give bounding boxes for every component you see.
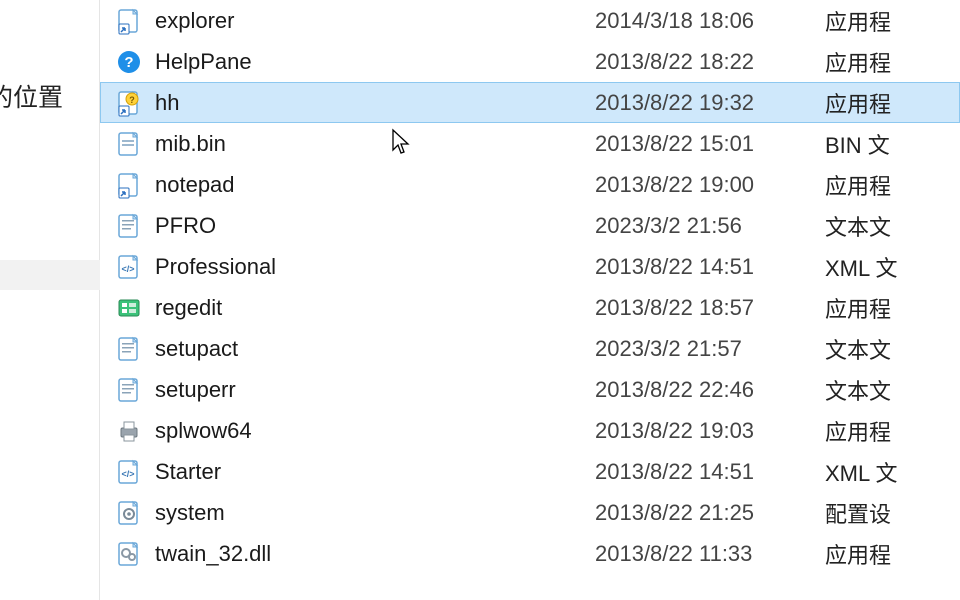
file-name: splwow64 <box>155 418 595 444</box>
file-name: twain_32.dll <box>155 541 595 567</box>
file-row[interactable]: notepad2013/8/22 19:00应用程 <box>100 164 960 205</box>
file-name: regedit <box>155 295 595 321</box>
regedit-icon <box>115 294 143 322</box>
file-date: 2013/8/22 21:25 <box>595 500 825 526</box>
file-date: 2013/8/22 11:33 <box>595 541 825 567</box>
file-type: 文本文 <box>825 374 959 406</box>
txt-icon <box>115 212 143 240</box>
sidebar: 的位置 <box>0 0 100 600</box>
file-name: hh <box>155 90 595 116</box>
file-date: 2013/8/22 19:00 <box>595 172 825 198</box>
file-name: system <box>155 500 595 526</box>
help-app-icon: ? <box>115 48 143 76</box>
file-date: 2013/8/22 22:46 <box>595 377 825 403</box>
file-row[interactable]: explorer2014/3/18 18:06应用程 <box>100 0 960 41</box>
sidebar-selection-highlight <box>0 260 100 290</box>
file-date: 2013/8/22 19:03 <box>595 418 825 444</box>
file-name: setuperr <box>155 377 595 403</box>
file-list[interactable]: explorer2014/3/18 18:06应用程?HelpPane2013/… <box>100 0 960 600</box>
svg-text:?: ? <box>124 54 133 71</box>
chm-icon: ? <box>115 89 143 117</box>
file-row[interactable]: mib.bin2013/8/22 15:01BIN 文 <box>100 123 960 164</box>
file-type: XML 文 <box>825 456 959 488</box>
file-date: 2013/8/22 14:51 <box>595 254 825 280</box>
file-date: 2013/8/22 15:01 <box>595 131 825 157</box>
file-type: XML 文 <box>825 251 959 283</box>
file-name: explorer <box>155 8 595 34</box>
file-row[interactable]: ? hh2013/8/22 19:32应用程 <box>100 82 960 123</box>
file-type: 应用程 <box>825 538 959 570</box>
file-name: Professional <box>155 254 595 280</box>
file-row[interactable]: setupact2023/3/2 21:57文本文 <box>100 328 960 369</box>
file-row[interactable]: </> Professional2013/8/22 14:51XML 文 <box>100 246 960 287</box>
file-name: PFRO <box>155 213 595 239</box>
file-row[interactable]: setuperr2013/8/22 22:46文本文 <box>100 369 960 410</box>
shortcut-icon <box>115 171 143 199</box>
svg-text:</>: </> <box>121 264 134 274</box>
file-type: 应用程 <box>825 415 959 447</box>
txt-icon <box>115 335 143 363</box>
file-type: 应用程 <box>825 87 959 119</box>
file-date: 2023/3/2 21:57 <box>595 336 825 362</box>
dll-icon <box>115 540 143 568</box>
svg-text:</>: </> <box>121 469 134 479</box>
file-row[interactable]: system2013/8/22 21:25配置设 <box>100 492 960 533</box>
file-type: 文本文 <box>825 210 959 242</box>
file-row[interactable]: regedit2013/8/22 18:57应用程 <box>100 287 960 328</box>
shortcut-icon <box>115 7 143 35</box>
file-name: setupact <box>155 336 595 362</box>
file-date: 2013/8/22 14:51 <box>595 459 825 485</box>
svg-text:?: ? <box>129 95 135 105</box>
file-date: 2013/8/22 19:32 <box>595 90 825 116</box>
file-type: 应用程 <box>825 292 959 324</box>
file-name: mib.bin <box>155 131 595 157</box>
file-type: 应用程 <box>825 169 959 201</box>
file-type: 配置设 <box>825 497 959 529</box>
xml-icon: </> <box>115 458 143 486</box>
file-name: Starter <box>155 459 595 485</box>
printer-icon <box>115 417 143 445</box>
file-date: 2013/8/22 18:57 <box>595 295 825 321</box>
sidebar-location-label: 的位置 <box>0 78 63 114</box>
file-type: 应用程 <box>825 5 959 37</box>
file-icon <box>115 130 143 158</box>
file-date: 2014/3/18 18:06 <box>595 8 825 34</box>
file-row[interactable]: ? HelpPane2013/8/22 18:22应用程 <box>100 41 960 82</box>
file-type: BIN 文 <box>825 128 959 160</box>
file-date: 2023/3/2 21:56 <box>595 213 825 239</box>
file-name: notepad <box>155 172 595 198</box>
file-row[interactable]: twain_32.dll2013/8/22 11:33应用程 <box>100 533 960 574</box>
file-row[interactable]: PFRO2023/3/2 21:56文本文 <box>100 205 960 246</box>
file-name: HelpPane <box>155 49 595 75</box>
file-row[interactable]: splwow642013/8/22 19:03应用程 <box>100 410 960 451</box>
file-type: 文本文 <box>825 333 959 365</box>
ini-icon <box>115 499 143 527</box>
file-row[interactable]: </> Starter2013/8/22 14:51XML 文 <box>100 451 960 492</box>
xml-icon: </> <box>115 253 143 281</box>
txt-icon <box>115 376 143 404</box>
file-type: 应用程 <box>825 46 959 78</box>
file-date: 2013/8/22 18:22 <box>595 49 825 75</box>
